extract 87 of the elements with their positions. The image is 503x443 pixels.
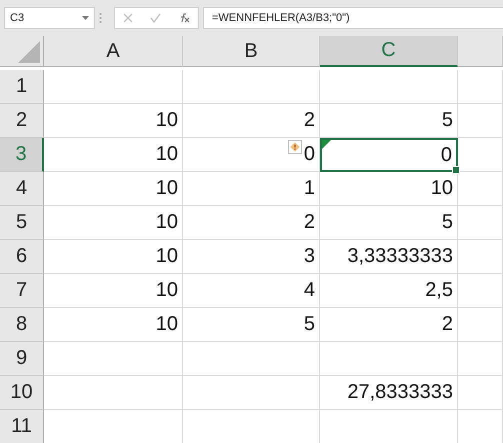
table-cell[interactable]: 10 bbox=[44, 206, 183, 240]
table-cell[interactable] bbox=[458, 274, 503, 308]
cell-value: 5 bbox=[442, 109, 453, 132]
cancel-icon[interactable] bbox=[123, 13, 134, 23]
cell-value: 10 bbox=[156, 313, 178, 336]
cell-value: 5 bbox=[442, 211, 453, 234]
cell-value: 10 bbox=[156, 245, 178, 268]
dropdown-icon[interactable] bbox=[82, 16, 89, 20]
table-cell[interactable]: 5 bbox=[183, 308, 320, 342]
cell-value: 10 bbox=[156, 211, 178, 234]
column-header[interactable]: A bbox=[44, 36, 183, 67]
row-header[interactable]: 3 bbox=[0, 138, 44, 172]
table-cell[interactable] bbox=[320, 70, 458, 104]
row-header[interactable]: 11 bbox=[0, 410, 44, 443]
table-cell[interactable]: 2 bbox=[183, 104, 320, 138]
table-cell[interactable] bbox=[183, 376, 320, 410]
table-cell[interactable] bbox=[458, 104, 503, 138]
table-cell[interactable]: 10 bbox=[320, 172, 458, 206]
table-cell[interactable]: 10 bbox=[44, 138, 183, 172]
cell-value: 3 bbox=[304, 245, 315, 268]
fill-handle[interactable] bbox=[452, 166, 460, 174]
table-cell[interactable]: 10 bbox=[44, 172, 183, 206]
table-cell[interactable] bbox=[183, 70, 320, 104]
table-cell[interactable] bbox=[44, 70, 183, 104]
formula-bar[interactable]: =WENNFEHLER(A3/B3;"0") bbox=[203, 7, 503, 29]
cell-value: 10 bbox=[156, 143, 178, 166]
cell-value: 10 bbox=[156, 109, 178, 132]
table-cell[interactable]: 2,5 bbox=[320, 274, 458, 308]
table-cell[interactable] bbox=[458, 342, 503, 376]
warning-icon[interactable] bbox=[288, 140, 302, 154]
name-box[interactable]: C3 bbox=[4, 7, 95, 29]
select-all-icon[interactable] bbox=[18, 41, 40, 63]
cell-value: 0 bbox=[440, 144, 452, 166]
table-cell[interactable] bbox=[458, 70, 503, 104]
table-cell[interactable] bbox=[183, 342, 320, 376]
table-cell[interactable]: 5 bbox=[320, 206, 458, 240]
cell-value: 2 bbox=[304, 211, 315, 234]
check-icon[interactable] bbox=[150, 13, 161, 23]
table-cell[interactable] bbox=[458, 240, 503, 274]
cell-value: 0 bbox=[304, 143, 315, 166]
cell-value: 2,5 bbox=[425, 279, 453, 302]
cell-value: 1 bbox=[304, 177, 315, 200]
row-header[interactable]: 7 bbox=[0, 274, 44, 308]
table-cell[interactable]: 3 bbox=[183, 240, 320, 274]
table-cell[interactable] bbox=[44, 342, 183, 376]
table-cell[interactable] bbox=[458, 376, 503, 410]
table-cell[interactable]: 10 bbox=[44, 274, 183, 308]
cell-value: 4 bbox=[304, 279, 315, 302]
row-header[interactable]: 10 bbox=[0, 376, 44, 410]
table-cell[interactable] bbox=[458, 138, 503, 172]
table-cell[interactable]: 27,8333333 bbox=[320, 376, 458, 410]
table-cell[interactable]: 1 bbox=[183, 172, 320, 206]
table-cell[interactable]: 10 bbox=[44, 104, 183, 138]
cell-value: 10 bbox=[156, 177, 178, 200]
table-cell[interactable]: 10 bbox=[44, 308, 183, 342]
select-all-button[interactable] bbox=[0, 36, 44, 67]
grip-icon bbox=[99, 11, 102, 25]
row-header[interactable]: 2 bbox=[0, 104, 44, 138]
column-header[interactable] bbox=[458, 36, 503, 67]
cell-value: 27,8333333 bbox=[347, 381, 453, 404]
row-header[interactable]: 1 bbox=[0, 70, 44, 104]
table-cell[interactable] bbox=[44, 376, 183, 410]
table-cell[interactable]: 0 bbox=[183, 138, 320, 172]
row-header[interactable]: 5 bbox=[0, 206, 44, 240]
cell-value: 2 bbox=[442, 313, 453, 336]
cell-value: 2 bbox=[304, 109, 315, 132]
cell-value: 5 bbox=[304, 313, 315, 336]
table-cell[interactable]: 4 bbox=[183, 274, 320, 308]
table-cell[interactable] bbox=[458, 308, 503, 342]
table-cell[interactable] bbox=[458, 206, 503, 240]
cell-value: 10 bbox=[430, 177, 453, 200]
cell-value: 3,33333333 bbox=[347, 245, 453, 268]
row-header[interactable]: 4 bbox=[0, 172, 44, 206]
table-cell[interactable]: 2 bbox=[183, 206, 320, 240]
table-cell[interactable] bbox=[320, 342, 458, 376]
cell-value: 10 bbox=[156, 279, 178, 302]
table-cell[interactable]: 2 bbox=[320, 308, 458, 342]
column-header[interactable]: B bbox=[183, 36, 320, 67]
row-header[interactable]: 9 bbox=[0, 342, 44, 376]
row-header[interactable]: 8 bbox=[0, 308, 44, 342]
table-cell[interactable] bbox=[458, 172, 503, 206]
table-cell[interactable]: 5 bbox=[320, 104, 458, 138]
table-cell[interactable]: 10 bbox=[44, 240, 183, 274]
column-header[interactable]: C bbox=[320, 36, 458, 67]
selected-cell[interactable]: 0 bbox=[320, 138, 458, 172]
table-cell[interactable]: 3,33333333 bbox=[320, 240, 458, 274]
row-header[interactable]: 6 bbox=[0, 240, 44, 274]
